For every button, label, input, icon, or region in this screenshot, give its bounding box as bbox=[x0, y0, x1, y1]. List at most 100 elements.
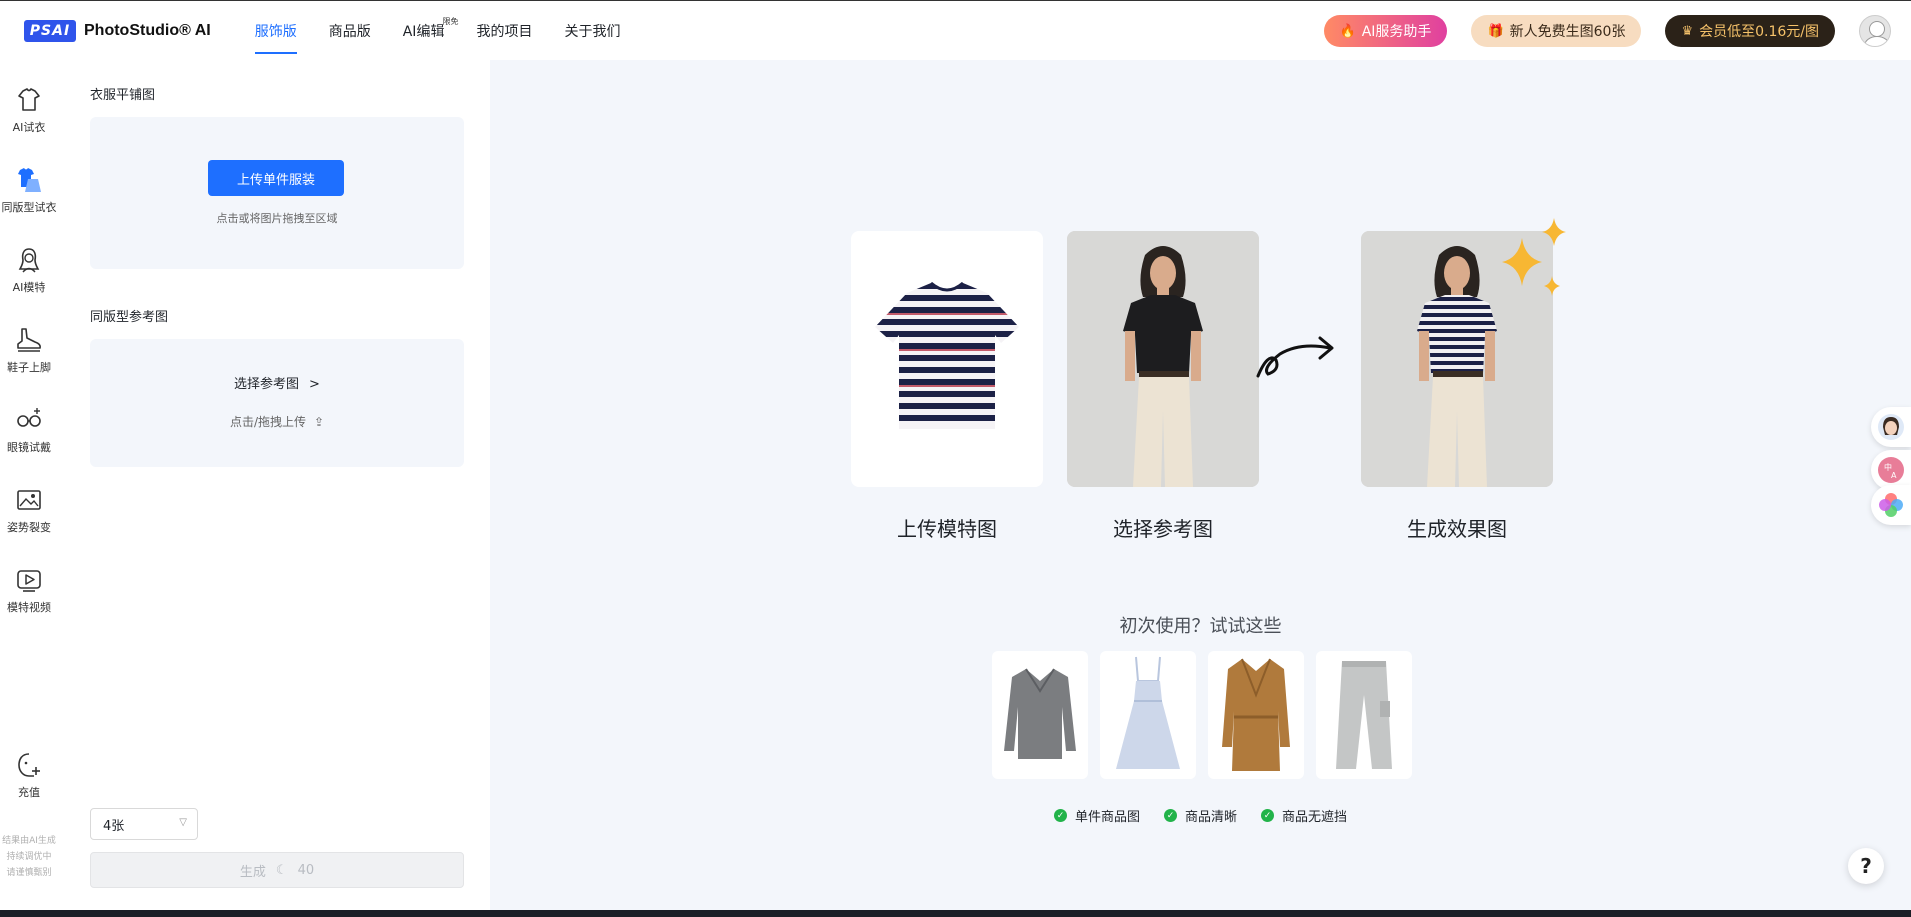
recharge-button[interactable]: 充值 bbox=[0, 750, 58, 800]
assistant-avatar-button[interactable] bbox=[1871, 407, 1911, 447]
top-bar: PSAI PhotoStudio® AI 服饰版 商品版 AI编辑 限免 我的项目… bbox=[0, 0, 1911, 60]
same-style-tryon-icon bbox=[18, 168, 41, 192]
choose-reference-label: 选择参考图 bbox=[234, 377, 300, 392]
requirement-label: 商品无遮挡 bbox=[1282, 810, 1348, 825]
rail-item-glasses[interactable]: 眼镜试戴 bbox=[0, 405, 58, 455]
nav-ai-edit-label: AI编辑 bbox=[402, 23, 445, 40]
sample-dress[interactable] bbox=[1100, 651, 1196, 779]
gift-icon: 🎁 bbox=[1487, 23, 1504, 39]
rail-item-ai-model[interactable]: AI模特 bbox=[0, 245, 58, 295]
rail-label: 同版型试衣 bbox=[1, 201, 57, 214]
translate-button[interactable]: 中A bbox=[1871, 450, 1911, 490]
image-count-value: 4张 bbox=[103, 818, 125, 834]
rail-item-pose[interactable]: 姿势裂变 bbox=[0, 485, 58, 535]
generate-label: 生成 bbox=[239, 864, 266, 880]
tshirt-icon bbox=[18, 88, 40, 111]
nav-about-label: 关于我们 bbox=[564, 23, 621, 40]
tool-rail: AI试衣 同版型试衣 AI模特 鞋子上脚 眼镜试戴 姿势裂变 模特视频 充值 结… bbox=[0, 60, 58, 910]
upload-icon: ⇪ bbox=[313, 415, 325, 429]
nav-ai-edit[interactable]: AI编辑 限免 bbox=[387, 1, 461, 61]
disclaimer-line: 持续调优中 bbox=[6, 852, 52, 862]
user-avatar[interactable] bbox=[1859, 15, 1891, 47]
logo[interactable]: PSAI PhotoStudio® AI bbox=[24, 19, 211, 42]
nav-my-projects[interactable]: 我的项目 bbox=[460, 1, 548, 61]
rail-label: AI模特 bbox=[12, 281, 46, 294]
generate-cost: 40 bbox=[297, 862, 315, 878]
rail-item-ai-tryon[interactable]: AI试衣 bbox=[0, 85, 58, 135]
svg-text:A: A bbox=[1891, 471, 1897, 480]
generate-button[interactable]: 生成 ☾ 40 bbox=[90, 852, 464, 888]
requirement-item: ✓ 单件商品图 bbox=[1053, 806, 1140, 825]
check-icon: ✓ bbox=[1261, 809, 1274, 822]
choose-reference-button[interactable]: 选择参考图 > bbox=[90, 373, 464, 392]
vip-promo-button[interactable]: ♛ 会员低至0.16元/图 bbox=[1665, 15, 1835, 47]
upload-hint: 点击或将图片拖拽至区域 bbox=[216, 212, 338, 225]
logo-text: PhotoStudio® AI bbox=[84, 21, 211, 39]
requirements-list: ✓ 单件商品图 ✓ 商品清晰 ✓ 商品无遮挡 bbox=[490, 806, 1911, 825]
shoe-icon bbox=[17, 328, 41, 352]
sample-sweater[interactable] bbox=[992, 651, 1088, 779]
sample-coat[interactable] bbox=[1208, 651, 1304, 779]
striped-tshirt-image bbox=[875, 281, 1019, 429]
free-promo-button[interactable]: 🎁 新人免费生图60张 bbox=[1471, 15, 1642, 47]
disclaimer-line: 结果由AI生成 bbox=[2, 836, 56, 846]
check-icon: ✓ bbox=[1163, 809, 1177, 822]
flame-icon: 🔥 bbox=[1339, 23, 1356, 39]
nav-apparel-label: 服饰版 bbox=[254, 23, 297, 40]
model-icon bbox=[18, 248, 40, 273]
nav-my-projects-label: 我的项目 bbox=[476, 23, 533, 40]
translate-icon: 中A bbox=[1878, 457, 1904, 483]
reference-hint-label: 点击/拖拽上传 bbox=[229, 415, 306, 429]
requirement-item: ✓ 商品无遮挡 bbox=[1261, 806, 1347, 825]
bottom-bar bbox=[0, 910, 1911, 917]
chevron-right-icon: > bbox=[309, 377, 320, 392]
assistant-avatar-icon bbox=[1878, 414, 1904, 440]
recharge-icon bbox=[18, 753, 40, 777]
sparkle-icon bbox=[1502, 218, 1566, 296]
nav-apparel[interactable]: 服饰版 bbox=[239, 1, 313, 61]
chevron-down-icon: ▽ bbox=[179, 817, 187, 828]
main-preview: 上传模特图 选择参考图 生成效果图 初次使用？试试这些 ✓ 单件商品图 ✓ 商品… bbox=[490, 60, 1911, 910]
clothing-section-title: 衣服平铺图 bbox=[90, 88, 156, 103]
step-clothing-image bbox=[851, 231, 1043, 487]
rail-item-same-style-tryon[interactable]: 同版型试衣 bbox=[0, 165, 58, 215]
header-actions: 🔥 AI服务助手 🎁 新人免费生图60张 ♛ 会员低至0.16元/图 bbox=[1300, 15, 1891, 47]
vip-promo-label: 会员低至0.16元/图 bbox=[1699, 24, 1819, 40]
nav-about[interactable]: 关于我们 bbox=[548, 1, 636, 61]
moon-coin-icon: ☾ bbox=[275, 862, 288, 878]
ai-assistant-button[interactable]: 🔥 AI服务助手 bbox=[1323, 15, 1448, 47]
ai-assistant-label: AI服务助手 bbox=[1361, 24, 1432, 40]
reference-section-title: 同版型参考图 bbox=[90, 310, 169, 325]
rail-label: AI试衣 bbox=[12, 121, 46, 134]
colorful-flower-icon bbox=[1879, 493, 1903, 517]
step-caption: 选择参考图 bbox=[1113, 517, 1213, 541]
settings-panel: 衣服平铺图 上传单件服装 点击或将图片拖拽至区域 同版型参考图 选择参考图 > 点… bbox=[58, 60, 490, 910]
image-count-select[interactable]: 4张 ▽ bbox=[90, 808, 198, 840]
rail-label: 模特视频 bbox=[7, 601, 51, 614]
check-icon: ✓ bbox=[1053, 809, 1067, 822]
rail-item-model-video[interactable]: 模特视频 bbox=[0, 565, 58, 615]
rail-label: 鞋子上脚 bbox=[7, 361, 51, 374]
app-logo-button[interactable] bbox=[1871, 485, 1911, 525]
recharge-label: 充值 bbox=[18, 786, 40, 799]
curly-arrow-icon bbox=[1256, 336, 1334, 378]
clothing-dropzone[interactable]: 上传单件服装 点击或将图片拖拽至区域 bbox=[90, 117, 464, 269]
rail-item-shoe[interactable]: 鞋子上脚 bbox=[0, 325, 58, 375]
requirement-label: 商品清晰 bbox=[1184, 810, 1237, 825]
reference-dropzone[interactable]: 选择参考图 > 点击/拖拽上传 ⇪ bbox=[90, 339, 464, 467]
step-caption: 上传模特图 bbox=[897, 517, 997, 541]
nav-product[interactable]: 商品版 bbox=[313, 1, 387, 61]
pants-image bbox=[1336, 661, 1392, 769]
sample-pants[interactable] bbox=[1316, 651, 1412, 779]
help-button[interactable]: ? bbox=[1848, 848, 1884, 884]
requirement-label: 单件商品图 bbox=[1074, 810, 1140, 825]
rail-label: 姿势裂变 bbox=[7, 521, 51, 534]
nav-badge: 限免 bbox=[442, 16, 459, 26]
image-icon bbox=[17, 490, 41, 510]
reference-hint: 点击/拖拽上传 ⇪ bbox=[90, 413, 464, 430]
sweater-image bbox=[1004, 668, 1076, 759]
upload-clothing-button[interactable]: 上传单件服装 bbox=[208, 160, 344, 196]
video-icon bbox=[17, 570, 41, 592]
dress-image bbox=[1116, 656, 1180, 769]
nav-product-label: 商品版 bbox=[328, 23, 371, 40]
